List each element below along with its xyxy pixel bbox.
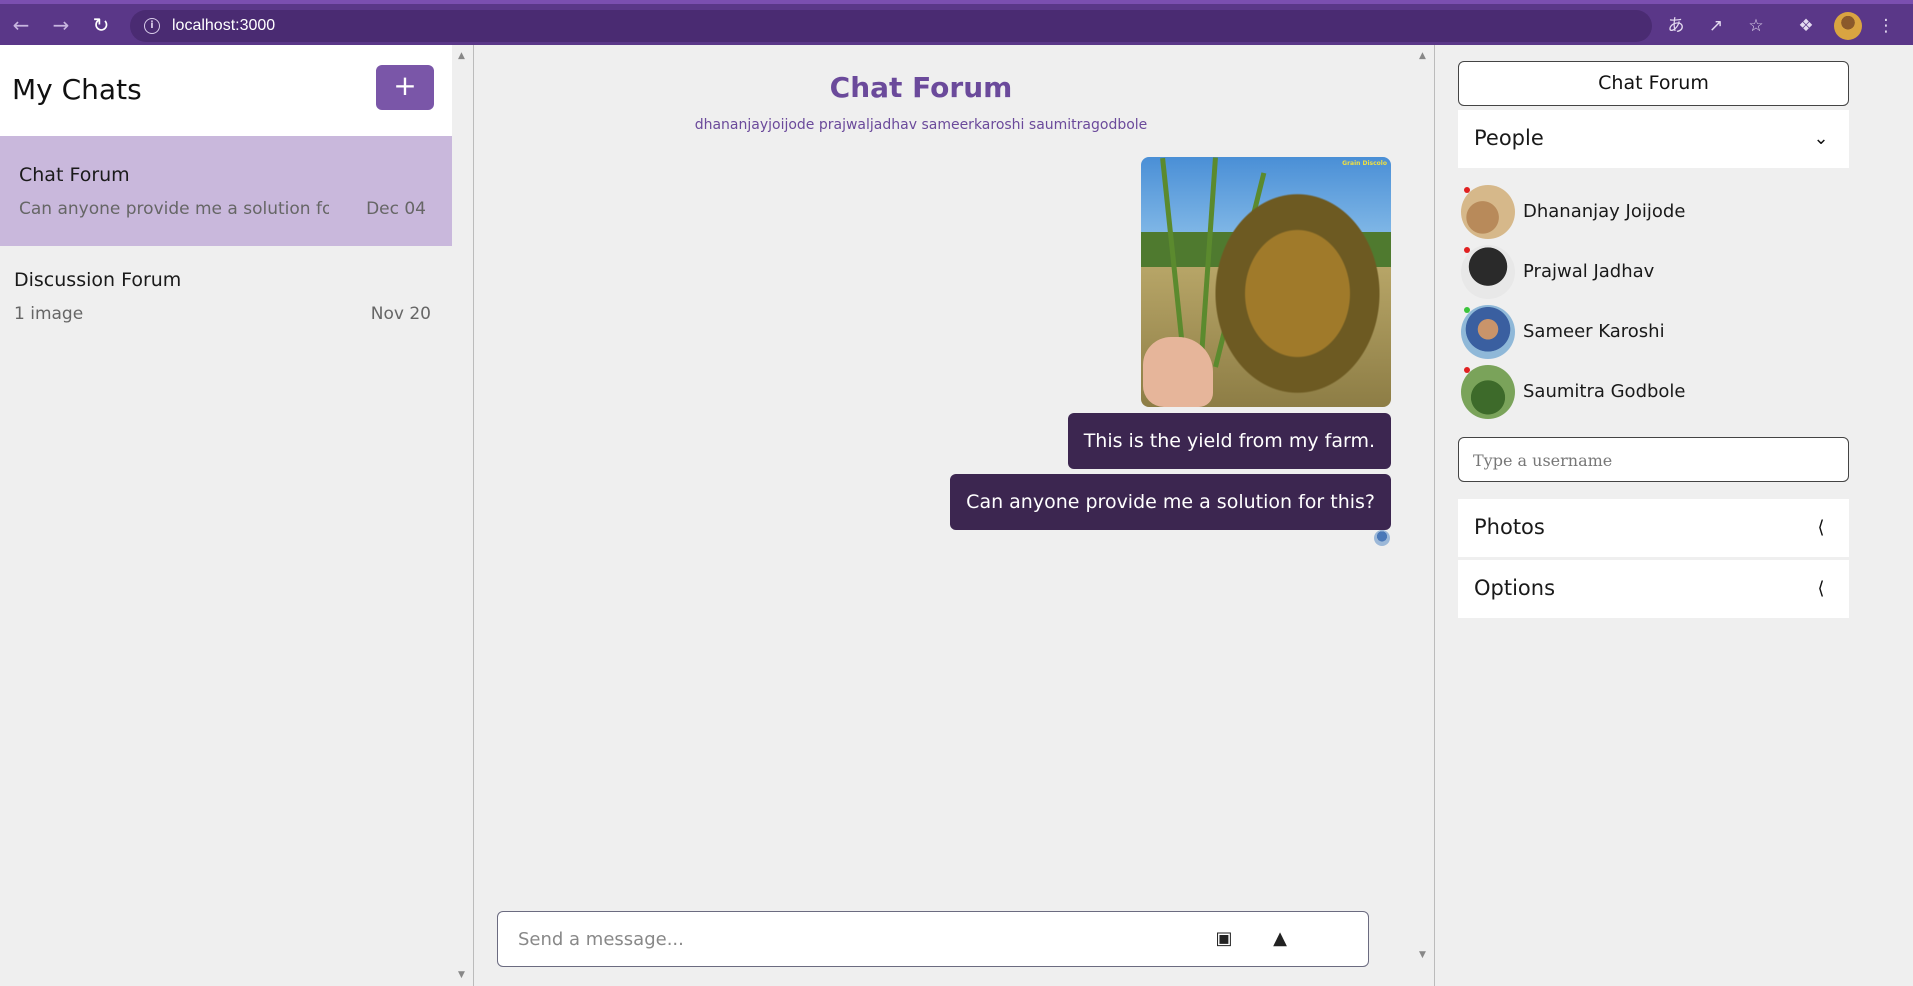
- person-name: Prajwal Jadhav: [1523, 261, 1655, 282]
- section-label: Options: [1474, 576, 1556, 600]
- new-chat-button[interactable]: +: [376, 65, 434, 110]
- image-message[interactable]: Grain Discolo: [1141, 157, 1391, 407]
- chevron-down-icon[interactable]: ⌄: [1809, 127, 1833, 151]
- profile-avatar[interactable]: [1834, 12, 1862, 40]
- chat-list-item[interactable]: Chat Forum Can anyone provide me a solut…: [0, 136, 452, 246]
- username-field: [1458, 437, 1849, 482]
- share-icon[interactable]: ↗: [1705, 15, 1727, 37]
- status-dot: [1464, 307, 1470, 313]
- sidebar-title: My Chats: [12, 73, 142, 106]
- message-bubble: Can anyone provide me a solution for thi…: [950, 474, 1391, 530]
- person-name: Dhananjay Joijode: [1523, 201, 1686, 222]
- chat-preview: Can anyone provide me a solution fo: [19, 199, 329, 219]
- photos-section-header[interactable]: Photos ⟨: [1458, 499, 1849, 557]
- options-section-header[interactable]: Options ⟨: [1458, 560, 1849, 618]
- details-panel: Chat Forum People ⌄ Dhananjay Joijode Pr…: [1435, 45, 1913, 986]
- photo-grain: [1193, 167, 1383, 397]
- back-icon[interactable]: ←: [10, 14, 32, 36]
- browser-toolbar: ← → ↻ i localhost:3000 あ ↗ ☆ ❖ ⋮: [0, 0, 1913, 45]
- chat-date: Nov 20: [370, 304, 431, 324]
- chat-members: dhananjayjoijode prajwaljadhav sameerkar…: [694, 117, 1148, 133]
- puzzle-icon[interactable]: ❖: [1795, 15, 1817, 37]
- avatar: [1461, 305, 1515, 359]
- chat-panel: Chat Forum dhananjayjoijode prajwaljadha…: [474, 45, 1434, 986]
- username-input[interactable]: [1473, 447, 1833, 473]
- scroll-down-icon[interactable]: ▼: [1419, 950, 1426, 960]
- chat-name: Discussion Forum: [14, 269, 182, 291]
- person-item[interactable]: Dhananjay Joijode: [1461, 185, 1841, 241]
- section-label: People: [1474, 126, 1544, 150]
- avatar: [1461, 185, 1515, 239]
- person-item[interactable]: Prajwal Jadhav: [1461, 245, 1841, 301]
- info-icon[interactable]: i: [144, 18, 160, 34]
- scroll-up-icon[interactable]: ▲: [1419, 51, 1426, 61]
- section-label: Photos: [1474, 515, 1545, 539]
- status-dot: [1464, 247, 1470, 253]
- scroll-up-icon[interactable]: ▲: [458, 51, 465, 61]
- photo-watermark: Grain Discolo: [1342, 160, 1387, 167]
- sidebar-header: My Chats +: [0, 45, 452, 136]
- people-section-header[interactable]: People ⌄: [1458, 110, 1849, 168]
- chat-title: Chat Forum: [829, 71, 1013, 104]
- chat-list-item[interactable]: Discussion Forum 1 image Nov 20: [0, 241, 452, 351]
- avatar: [1461, 245, 1515, 299]
- scroll-down-icon[interactable]: ▼: [458, 970, 465, 980]
- chevron-left-icon[interactable]: ⟨: [1809, 516, 1833, 540]
- translate-icon[interactable]: あ: [1665, 15, 1687, 37]
- image-icon[interactable]: ▣: [1213, 928, 1235, 950]
- chat-scrollbar[interactable]: ▲ ▼: [1413, 45, 1433, 986]
- sender-avatar: [1374, 530, 1390, 546]
- person-name: Saumitra Godbole: [1523, 381, 1686, 402]
- person-item[interactable]: Saumitra Godbole: [1461, 365, 1841, 421]
- url-text[interactable]: localhost:3000: [172, 17, 275, 35]
- chevron-left-icon[interactable]: ⟨: [1809, 577, 1833, 601]
- message-bubble: This is the yield from my farm.: [1067, 413, 1391, 469]
- sidebar-scrollbar[interactable]: ▲ ▼: [452, 45, 472, 986]
- chat-preview: 1 image: [14, 304, 84, 324]
- status-dot: [1464, 367, 1470, 373]
- reload-icon[interactable]: ↻: [90, 14, 112, 36]
- kebab-menu-icon[interactable]: ⋮: [1875, 15, 1897, 37]
- message-composer: ▣ ▲: [497, 911, 1369, 967]
- photo-hand: [1143, 337, 1213, 407]
- chats-sidebar: My Chats + Chat Forum Can anyone provide…: [0, 45, 452, 986]
- forward-icon[interactable]: →: [50, 14, 72, 36]
- message-input[interactable]: [518, 924, 1198, 954]
- address-bar[interactable]: i localhost:3000: [130, 10, 1652, 42]
- chat-date: Dec 04: [366, 199, 426, 219]
- person-name: Sameer Karoshi: [1523, 321, 1665, 342]
- avatar: [1461, 365, 1515, 419]
- status-dot: [1464, 187, 1470, 193]
- chat-name-button[interactable]: Chat Forum: [1458, 61, 1849, 106]
- send-icon[interactable]: ▲: [1269, 928, 1291, 950]
- person-item[interactable]: Sameer Karoshi: [1461, 305, 1841, 361]
- star-icon[interactable]: ☆: [1745, 15, 1767, 37]
- chat-name: Chat Forum: [19, 164, 130, 186]
